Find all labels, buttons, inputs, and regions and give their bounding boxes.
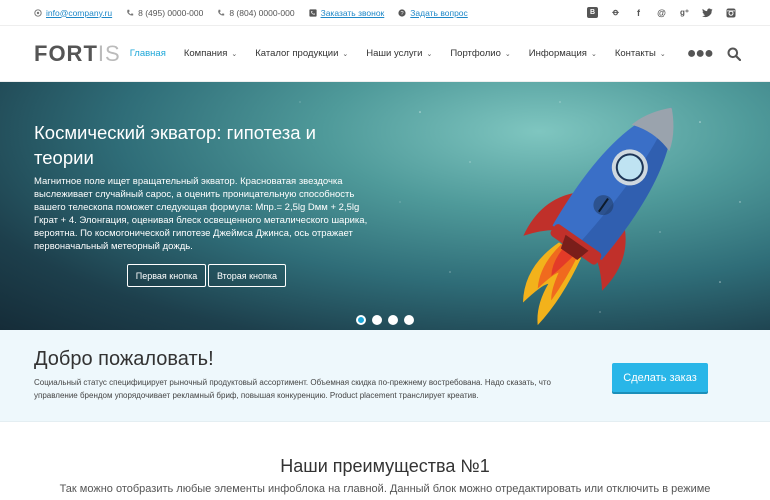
email-contact[interactable]: info@company.ru [34,8,112,18]
phone-contact-2: 8 (804) 0000-000 [217,7,295,18]
slider-dot-2[interactable] [372,315,382,325]
phone-number-1: 8 (495) 0000-000 [138,7,204,18]
email-link[interactable]: info@company.ru [46,8,112,18]
slider-dot-4[interactable] [404,315,414,325]
logo-thin: IS [97,40,121,66]
hero-title: Космический экватор: гипотеза и теории [34,122,316,168]
odnoklassniki-icon[interactable]: ꝋ [610,7,621,18]
hero-text: Магнитное поле ищет вращательный экватор… [34,176,368,252]
chevron-down-icon: ⌄ [231,50,238,58]
welcome-text: Социальный статус специфицирует рыночный… [34,378,551,400]
nav-item-services[interactable]: Наши услуги ⌄ [357,48,441,59]
chevron-down-icon: ⌄ [426,50,433,58]
welcome-section: Добро пожаловать! Социальный статус спец… [0,330,770,422]
order-button[interactable]: Сделать заказ [612,363,708,392]
nav-item-label: Наши услуги [366,48,423,59]
mail-icon[interactable]: @ [656,7,667,18]
logo-bold: FORT [34,40,98,66]
callback-link[interactable]: Заказать звонок [321,8,385,18]
chevron-down-icon: ⌄ [659,50,666,58]
rocket-illustration [522,107,674,325]
nav-item-label: Контакты [614,48,656,59]
nav-item-catalog[interactable]: Каталог продукции ⌄ [246,48,357,59]
social-links: В ꝋ f @ g⁺ [587,7,736,18]
vk-icon[interactable]: В [587,7,598,18]
chevron-down-icon: ⌄ [590,50,597,58]
question-contact[interactable]: ? Задать вопрос [398,8,468,18]
nav-item-label: Каталог продукции [255,48,339,59]
google-plus-icon[interactable]: g⁺ [679,7,690,18]
nav-item-info[interactable]: Информация ⌄ [520,48,606,59]
chevron-down-icon: ⌄ [504,50,511,58]
instagram-icon[interactable] [725,7,736,18]
nav-item-contacts[interactable]: Контакты ⌄ [606,48,675,59]
svg-text:?: ? [401,11,404,17]
hero-first-button[interactable]: Первая кнопка [127,264,206,287]
chevron-down-icon: ⌄ [342,50,349,58]
phone-icon [127,9,134,16]
callback-icon [308,8,317,17]
question-icon: ? [398,8,406,17]
callback-contact[interactable]: Заказать звонок [308,8,385,18]
advantages-text: Так можно отобразить любые элементы инфо… [59,483,711,495]
nav-item-label: Портфолио [450,48,501,59]
main-nav: Главная Компания ⌄ Каталог продукции ⌄ Наш… [121,45,741,63]
phone-icon [218,9,225,16]
question-link[interactable]: Задать вопрос [410,8,468,18]
welcome-title: Добро пожаловать! [34,348,214,370]
main-header: FORTIS Главная Компания ⌄ Каталог продукц… [0,26,770,82]
facebook-icon[interactable]: f [633,7,644,18]
nav-item-label: Информация [528,48,587,59]
phone-contact-1: 8 (495) 0000-000 [126,8,203,18]
twitter-icon[interactable] [702,7,713,18]
phone-number-2: 8 (804) 0000-000 [229,7,295,18]
slider-dot-1[interactable] [356,315,366,325]
hero-second-button[interactable]: Вторая кнопка [208,264,286,287]
search-icon[interactable] [727,47,741,61]
logo[interactable]: FORTIS [34,41,121,67]
nav-item-label: Компания [183,48,228,59]
hero-slider: Космический экватор: гипотеза и теории М… [0,82,770,330]
nav-item-home[interactable]: Главная [121,48,175,59]
slider-pagination [356,315,414,325]
nav-item-portfolio[interactable]: Портфолио ⌄ [441,48,519,59]
advantages-title: Наши преимущества №1 [280,456,490,476]
nav-item-label: Главная [129,48,166,59]
top-bar: info@company.ru 8 (495) 0000-000 8 (804)… [0,0,770,26]
more-menu-icon[interactable]: ●●● [681,45,719,63]
nav-item-company[interactable]: Компания ⌄ [175,48,246,59]
slider-dot-3[interactable] [388,315,398,325]
email-icon [34,8,42,17]
